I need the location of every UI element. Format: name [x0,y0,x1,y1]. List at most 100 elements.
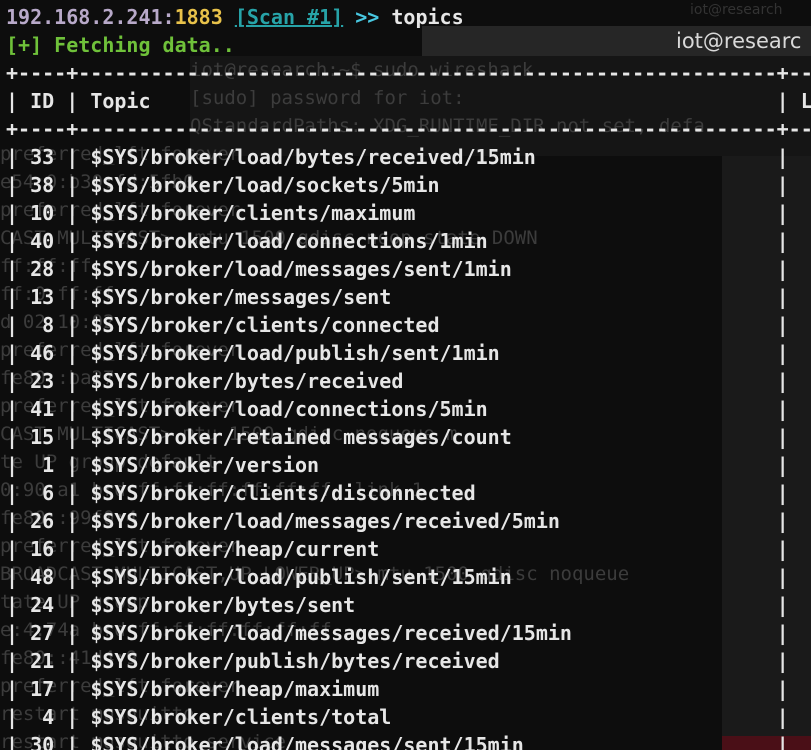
row-id: 13 [30,285,55,309]
table-row[interactable]: | 33 | $SYS/broker/load/bytes/received/1… [6,143,811,171]
row-id: 46 [30,341,55,365]
cell-divider: | [764,677,801,701]
table-border: +----+----------------------------------… [6,61,811,85]
row-topic: $SYS/broker/clients/disconnected [90,481,765,505]
cell-divider: | [764,369,801,393]
row-label [801,705,811,729]
table-row[interactable]: | 27 | $SYS/broker/load/messages/receive… [6,619,811,647]
table-row[interactable]: | 8 | $SYS/broker/clients/connected | | [6,311,811,339]
table-row[interactable]: | 21 | $SYS/broker/publish/bytes/receive… [6,647,811,675]
row-id: 23 [30,369,55,393]
row-id: 24 [30,593,55,617]
row-label [801,369,811,393]
table-row[interactable]: | 17 | $SYS/broker/heap/maximum | | [6,675,811,703]
table-row[interactable]: | 1 | $SYS/broker/version | | [6,451,811,479]
row-id: 33 [30,145,55,169]
table-row[interactable]: | 46 | $SYS/broker/load/publish/sent/1mi… [6,339,811,367]
row-label [801,481,811,505]
table-row[interactable]: | 15 | $SYS/broker/retained messages/cou… [6,423,811,451]
cell-divider: | [764,397,801,421]
table-border: +----+----------------------------------… [6,117,811,141]
cell-divider: | [54,565,91,589]
table-row[interactable]: | 40 | $SYS/broker/load/connections/1min… [6,227,811,255]
row-id: 26 [30,509,55,533]
row-topic: $SYS/broker/publish/bytes/received [90,649,765,673]
row-topic: $SYS/broker/heap/maximum [90,677,765,701]
cell-divider: | [764,453,801,477]
cell-divider: | [54,285,91,309]
row-topic: $SYS/broker/load/sockets/5min [90,173,765,197]
row-id: 38 [30,173,55,197]
table-row[interactable]: | 30 | $SYS/broker/load/messages/sent/15… [6,731,811,750]
cell-divider: | [764,173,801,197]
cell-divider: | [764,341,801,365]
cell-divider: | [54,733,91,750]
cell-divider: | [6,313,31,337]
cell-divider: | [54,173,91,197]
table-row[interactable]: | 41 | $SYS/broker/load/connections/5min… [6,395,811,423]
row-label [801,565,811,589]
cell-divider: | [54,509,91,533]
column-header-label: Label [800,89,811,113]
row-id: 4 [30,705,55,729]
table-row[interactable]: | 4 | $SYS/broker/clients/total | | [6,703,811,731]
cell-divider: | [764,649,801,673]
row-label [801,397,811,421]
row-topic: $SYS/broker/clients/maximum [90,201,765,225]
background-window-title[interactable]: iot@researc [422,26,811,56]
table-row[interactable]: | 16 | $SYS/broker/heap/current | | [6,535,811,563]
cell-divider: | [764,285,801,309]
table-row[interactable]: | 6 | $SYS/broker/clients/disconnected |… [6,479,811,507]
row-label [801,173,811,197]
prompt-ip: 192.168.2.241 [6,5,163,29]
cell-divider: | [54,677,91,701]
row-topic: $SYS/broker/messages/sent [90,285,765,309]
cell-divider: | [54,537,91,561]
cell-divider: | [6,705,31,729]
table-row[interactable]: | 28 | $SYS/broker/load/messages/sent/1m… [6,255,811,283]
cell-divider: | [6,537,31,561]
table-row[interactable]: | 26 | $SYS/broker/load/messages/receive… [6,507,811,535]
background-window-title-top: iot@research [690,2,783,18]
row-id: 8 [30,313,55,337]
table-row[interactable]: | 13 | $SYS/broker/messages/sent | | [6,283,811,311]
row-id: 41 [30,397,55,421]
row-id: 1 [30,453,55,477]
row-topic: $SYS/broker/load/messages/received/15min [90,621,765,645]
table-row[interactable]: | 23 | $SYS/broker/bytes/received | | [6,367,811,395]
cell-divider: | [6,565,31,589]
row-label [801,145,811,169]
row-topic: $SYS/broker/load/publish/sent/1min [90,341,765,365]
prompt-line: 192.168.2.241:1883 [Scan #1] >> topics [6,3,464,31]
row-label [801,425,811,449]
table-row[interactable]: | 24 | $SYS/broker/bytes/sent | | [6,591,811,619]
prompt-scan-tag: [Scan #1] [234,5,344,29]
cell-divider: | [764,229,801,253]
cell-divider: | [54,453,91,477]
cell-divider: | [6,173,31,197]
row-topic: $SYS/broker/load/messages/sent/15min [90,733,765,750]
table-row[interactable]: | 10 | $SYS/broker/clients/maximum | | [6,199,811,227]
terminal-window[interactable]: iot@research iot@researc iot@research:~$… [0,0,811,750]
row-topic: $SYS/broker/load/messages/sent/1min [90,257,765,281]
cell-divider: | [764,481,801,505]
row-id: 16 [30,537,55,561]
table-header: | ID | Topic | Label | [6,87,811,115]
cell-divider: | [764,201,801,225]
row-label [801,593,811,617]
row-id: 27 [30,621,55,645]
column-header-id: ID [30,89,55,113]
row-id: 30 [30,733,55,750]
column-header-topic: Topic [90,89,765,113]
table-row[interactable]: | 48 | $SYS/broker/load/publish/sent/15m… [6,563,811,591]
cell-divider: | [54,257,91,281]
cell-divider: | [6,593,31,617]
row-id: 10 [30,201,55,225]
row-topic: $SYS/broker/version [90,453,765,477]
cell-divider: | [6,509,31,533]
cell-divider: | [6,733,31,750]
row-topic: $SYS/broker/load/publish/sent/15min [90,565,765,589]
row-label [801,649,811,673]
table-row[interactable]: | 38 | $SYS/broker/load/sockets/5min | | [6,171,811,199]
cell-divider: | [54,621,91,645]
